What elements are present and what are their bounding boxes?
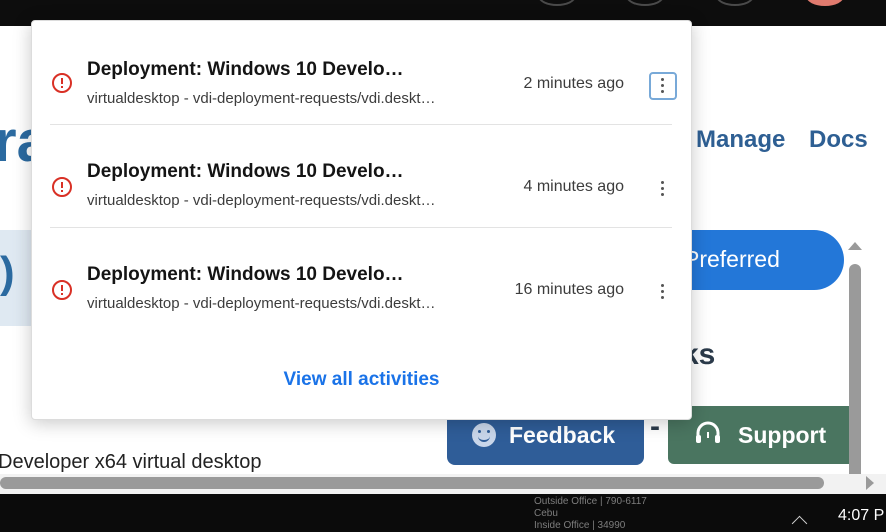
office-info-line: Inside Office | 34990 — [534, 520, 626, 531]
chevron-up-icon[interactable] — [791, 515, 808, 532]
notification-item[interactable]: Deployment: Windows 10 Develo… virtualde… — [50, 21, 677, 123]
scroll-up-arrow-icon[interactable] — [848, 242, 862, 250]
error-alert-icon — [52, 177, 72, 197]
nav-link-manage[interactable]: Manage — [696, 126, 785, 154]
avatar[interactable] — [806, 0, 844, 6]
activity-notifications-popup: Deployment: Windows 10 Develo… virtualde… — [31, 20, 692, 420]
office-info-line: Cebu — [534, 508, 558, 519]
notification-time: 4 minutes ago — [523, 178, 624, 195]
more-options-icon[interactable] — [650, 177, 674, 201]
notification-subtitle: virtualdesktop - vdi-deployment-requests… — [87, 90, 436, 107]
smiley-icon — [472, 423, 496, 447]
vertical-scrollbar-thumb[interactable] — [849, 264, 861, 480]
horizontal-scrollbar-thumb[interactable] — [0, 477, 824, 489]
more-options-icon[interactable] — [649, 72, 677, 100]
nav-link-docs[interactable]: Docs — [809, 126, 868, 154]
error-alert-icon — [52, 73, 72, 93]
scroll-right-arrow-icon[interactable] — [866, 476, 874, 490]
help-circle-icon[interactable] — [716, 0, 754, 6]
office-info: Outside Office | 790-6117 Cebu Inside Of… — [534, 496, 647, 532]
taskbar: Outside Office | 790-6117 Cebu Inside Of… — [0, 494, 886, 532]
notification-subtitle: virtualdesktop - vdi-deployment-requests… — [87, 192, 436, 209]
notification-title: Deployment: Windows 10 Develo… — [87, 264, 404, 285]
notification-item[interactable]: Deployment: Windows 10 Develo… virtualde… — [50, 124, 672, 227]
notification-title: Deployment: Windows 10 Develo… — [87, 161, 404, 182]
office-info-line: Outside Office | 790-6117 — [534, 496, 647, 507]
notification-time: 16 minutes ago — [514, 281, 624, 298]
feedback-label: Feedback — [509, 422, 616, 448]
notification-item[interactable]: Deployment: Windows 10 Develo… virtualde… — [50, 227, 672, 330]
notification-time: 2 minutes ago — [523, 75, 624, 92]
preferred-label: Preferred — [684, 246, 780, 272]
support-label: Support — [738, 422, 827, 448]
error-alert-icon — [52, 280, 72, 300]
desktop-description: Developer x64 virtual desktop — [0, 451, 262, 473]
support-button[interactable]: Support — [668, 406, 855, 464]
notification-subtitle: virtualdesktop - vdi-deployment-requests… — [87, 295, 436, 312]
system-clock[interactable]: 4:07 P — [838, 507, 884, 525]
notification-title: Deployment: Windows 10 Develo… — [87, 59, 404, 80]
view-all-activities-link[interactable]: View all activities — [32, 369, 691, 391]
notifications-bell-icon[interactable] — [626, 0, 664, 6]
more-options-icon[interactable] — [650, 280, 674, 304]
toolbar-circle-icon[interactable] — [538, 0, 576, 6]
headset-icon — [696, 421, 720, 443]
